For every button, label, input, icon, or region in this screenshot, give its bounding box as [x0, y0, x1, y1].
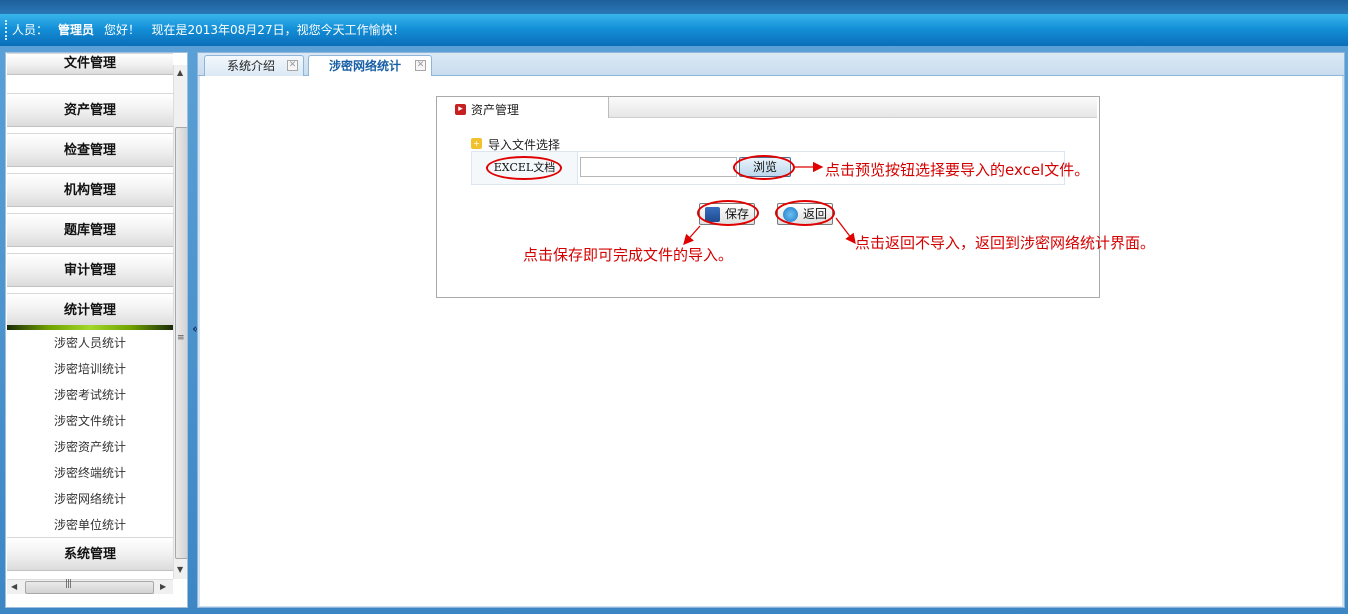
annotation-save-note: 点击保存即可完成文件的导入。 [523, 246, 734, 264]
arrow-to-back-note [835, 217, 856, 245]
annotation-back-note: 点击返回不导入，返回到涉密网络统计界面。 [855, 234, 1156, 252]
annotation-browse-note: 点击预览按钮选择要导入的excel文件。 [825, 161, 1090, 179]
arrow-to-save-note [683, 225, 701, 245]
annotation-arrows [683, 161, 856, 245]
